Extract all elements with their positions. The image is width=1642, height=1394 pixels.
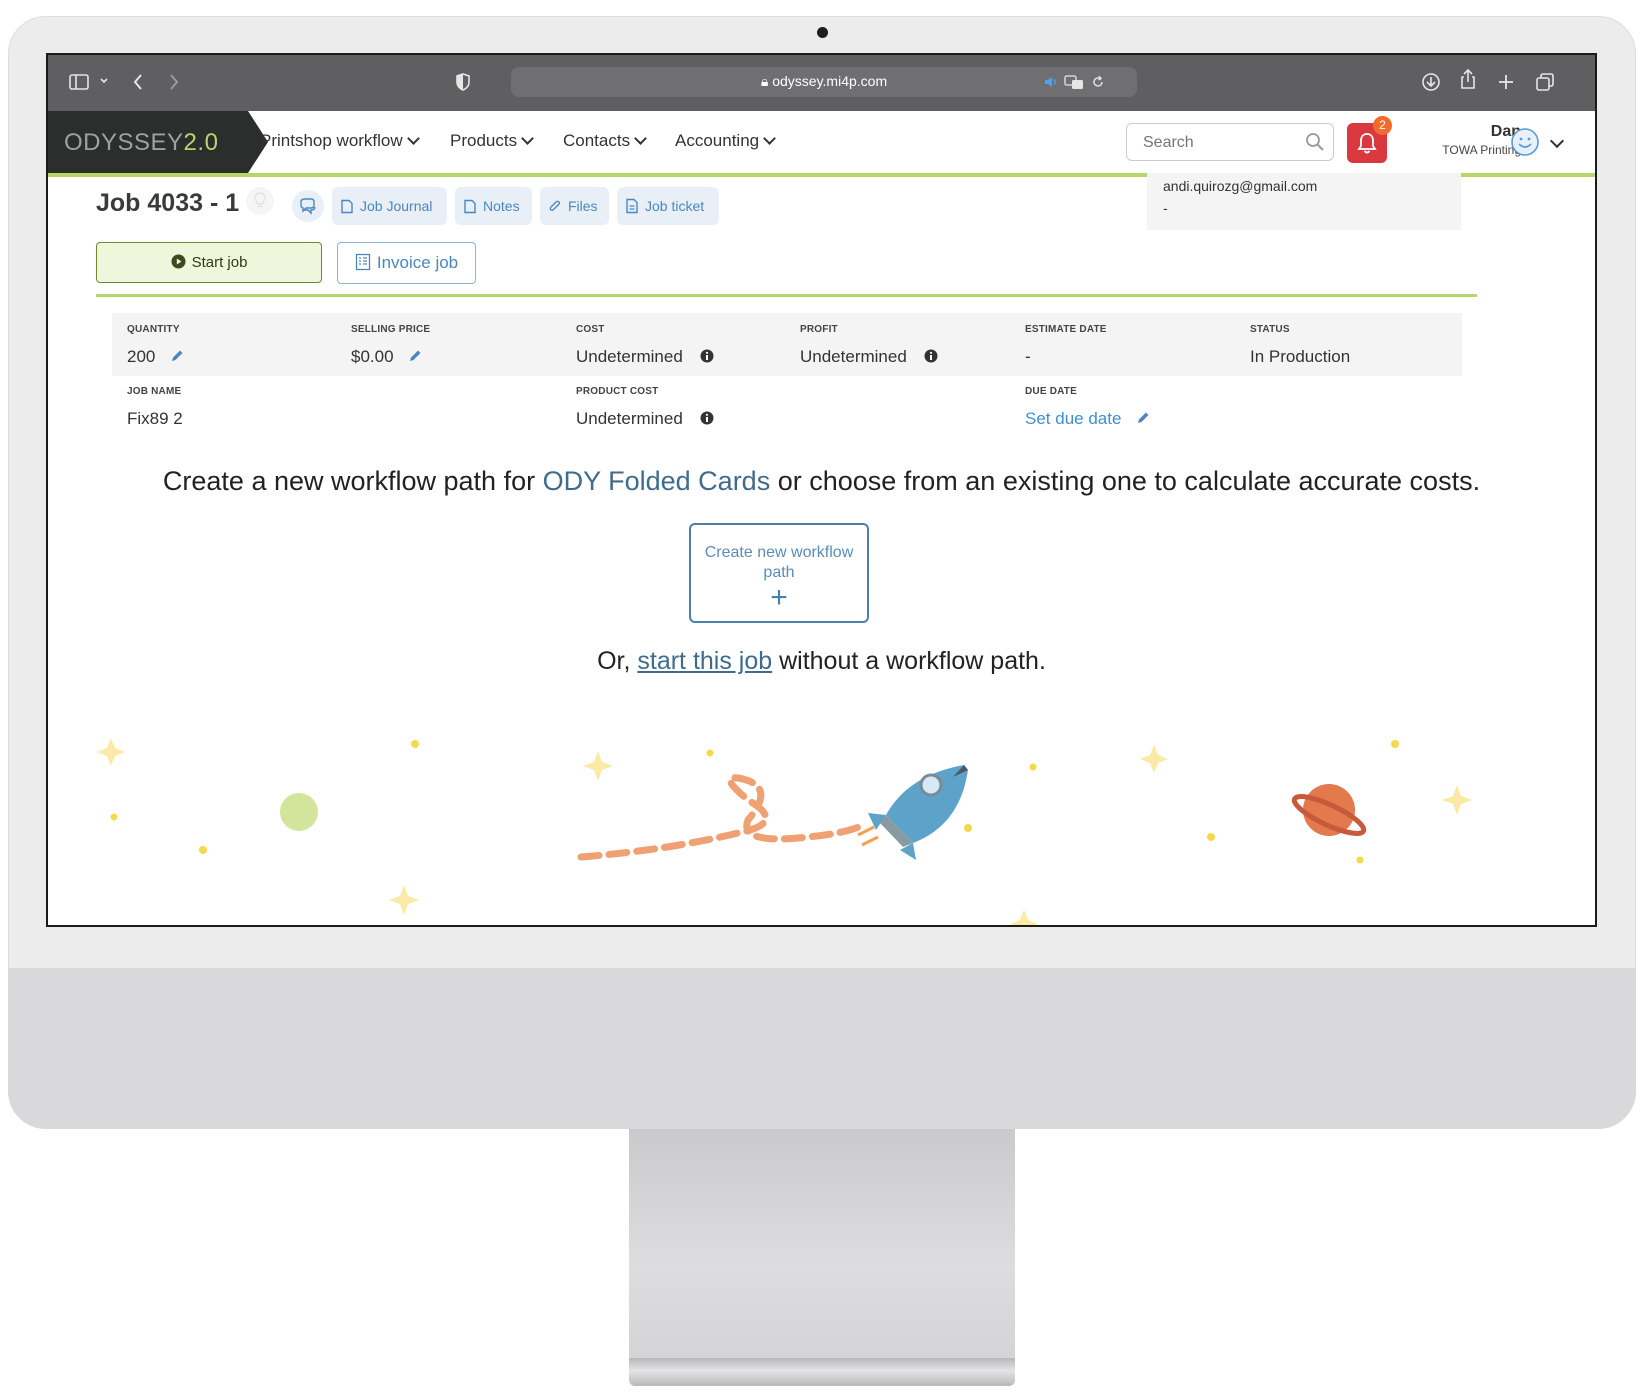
camera-icon xyxy=(817,27,828,38)
pencil-icon[interactable] xyxy=(1136,411,1150,425)
job-name-label: JOB NAME xyxy=(127,386,182,397)
invoice-job-button[interactable]: Invoice job xyxy=(337,242,476,284)
tab-files[interactable]: Files xyxy=(540,187,609,225)
search-box xyxy=(1126,123,1334,161)
contact-panel: andi.quirozg@gmail.com - xyxy=(1147,173,1461,230)
tab-job-journal[interactable]: Job Journal xyxy=(332,187,447,225)
info-icon[interactable] xyxy=(700,349,714,363)
start-without-workflow-text: Or, start this job without a workflow pa… xyxy=(597,647,1046,675)
estimate-date-value: - xyxy=(1025,347,1031,366)
chat-icon xyxy=(300,198,316,215)
job-name-value: Fix89 2 xyxy=(127,409,183,428)
selling-price-value: $0.00 xyxy=(351,347,422,367)
notes-icon xyxy=(464,199,476,213)
due-date-value: Set due date xyxy=(1025,409,1150,429)
ticket-icon xyxy=(626,199,638,214)
imac-chin xyxy=(8,968,1636,1129)
chevron-down-icon xyxy=(634,132,647,145)
set-due-date-link[interactable]: Set due date xyxy=(1025,409,1121,428)
pencil-icon[interactable] xyxy=(408,349,422,363)
sidebar-icon[interactable] xyxy=(68,71,90,93)
address-bar[interactable]: 🔒︎ odyssey.mi4p.com xyxy=(511,67,1137,97)
contact-extra: - xyxy=(1163,200,1168,216)
play-icon xyxy=(171,254,186,269)
start-job-button[interactable]: Start job xyxy=(96,242,322,283)
info-icon[interactable] xyxy=(700,411,714,425)
imac-stand xyxy=(629,1129,1015,1359)
profit-label: PROFIT xyxy=(800,324,838,335)
estimate-date-label: ESTIMATE DATE xyxy=(1025,324,1107,335)
nav-printshop-workflow[interactable]: Printshop workflow xyxy=(260,131,420,151)
shield-icon[interactable] xyxy=(454,71,472,93)
nav-contacts[interactable]: Contacts xyxy=(563,131,647,151)
chevron-down-icon xyxy=(521,132,534,145)
pencil-icon[interactable] xyxy=(170,349,184,363)
green-planet-icon xyxy=(280,793,318,831)
product-cost-value: Undetermined xyxy=(576,409,714,429)
notification-count-badge: 2 xyxy=(1373,116,1392,135)
chat-button[interactable] xyxy=(292,190,324,222)
search-icon[interactable] xyxy=(1305,132,1325,152)
plus-icon: + xyxy=(770,581,788,614)
forward-icon[interactable] xyxy=(166,71,182,93)
create-workflow-path-label: Create new workflow path xyxy=(704,544,854,581)
planet-icon xyxy=(1291,784,1367,836)
chevron-down-icon xyxy=(406,132,420,145)
journal-icon xyxy=(341,199,353,213)
browser-toolbar: 🔒︎ odyssey.mi4p.com xyxy=(48,55,1595,111)
cost-label: COST xyxy=(576,324,605,335)
paperclip-icon xyxy=(549,200,560,211)
lightbulb-icon[interactable] xyxy=(245,186,275,216)
back-icon[interactable] xyxy=(130,71,146,93)
app-header: ODYSSEY2.0 Printshop workflow Products C… xyxy=(48,111,1595,173)
speaker-icon[interactable] xyxy=(1043,75,1059,89)
start-this-job-link[interactable]: start this job xyxy=(637,647,772,675)
product-link[interactable]: ODY Folded Cards xyxy=(543,466,771,496)
quantity-value: 200 xyxy=(127,347,184,367)
logo-version: 2.0 xyxy=(183,129,219,156)
invoice-icon xyxy=(355,253,371,270)
chevron-down-icon xyxy=(763,132,776,145)
browser-window: 🔒︎ odyssey.mi4p.com ODYSSEY2.0 Printshop… xyxy=(46,53,1597,927)
tab-notes[interactable]: Notes xyxy=(455,187,532,225)
info-icon[interactable] xyxy=(924,349,938,363)
product-cost-label: PRODUCT COST xyxy=(576,386,659,397)
create-workflow-path-button[interactable]: Create new workflow path + xyxy=(689,523,869,623)
share-icon[interactable] xyxy=(1458,67,1478,91)
cost-value: Undetermined xyxy=(576,347,714,367)
nav-products[interactable]: Products xyxy=(450,131,534,151)
quantity-label: QUANTITY xyxy=(127,324,180,335)
logo-text: ODYSSEY xyxy=(64,129,184,156)
sparkle-icon xyxy=(97,738,1472,925)
reload-icon[interactable] xyxy=(1091,75,1105,89)
page-title: Job 4033 - 1 xyxy=(96,189,240,217)
imac-stand-base xyxy=(629,1358,1015,1386)
selling-price-label: SELLING PRICE xyxy=(351,324,431,335)
rocket-icon xyxy=(857,765,968,860)
lock-icon: 🔒︎ xyxy=(760,73,769,89)
avatar[interactable] xyxy=(1510,127,1540,157)
workflow-prompt: Create a new workflow path for ODY Folde… xyxy=(162,466,1481,496)
search-input[interactable] xyxy=(1141,133,1295,153)
chevron-down-icon[interactable] xyxy=(98,75,110,87)
download-icon[interactable] xyxy=(1420,71,1442,93)
contact-email[interactable]: andi.quirozg@gmail.com xyxy=(1163,178,1317,194)
status-value: In Production xyxy=(1250,347,1351,366)
chevron-down-icon[interactable] xyxy=(1549,133,1565,149)
profit-value: Undetermined xyxy=(800,347,938,367)
logo[interactable]: ODYSSEY2.0 xyxy=(48,111,248,173)
space-illustration xyxy=(97,738,1472,925)
status-label: STATUS xyxy=(1250,324,1290,335)
due-date-label: DUE DATE xyxy=(1025,386,1077,397)
translate-icon[interactable] xyxy=(1064,74,1084,90)
new-tab-icon[interactable] xyxy=(1496,71,1516,93)
tabs-overview-icon[interactable] xyxy=(1534,71,1556,93)
rocket-trail xyxy=(577,774,867,861)
nav-accounting[interactable]: Accounting xyxy=(675,131,776,151)
section-divider xyxy=(96,294,1477,297)
tab-job-ticket[interactable]: Job ticket xyxy=(617,187,719,225)
